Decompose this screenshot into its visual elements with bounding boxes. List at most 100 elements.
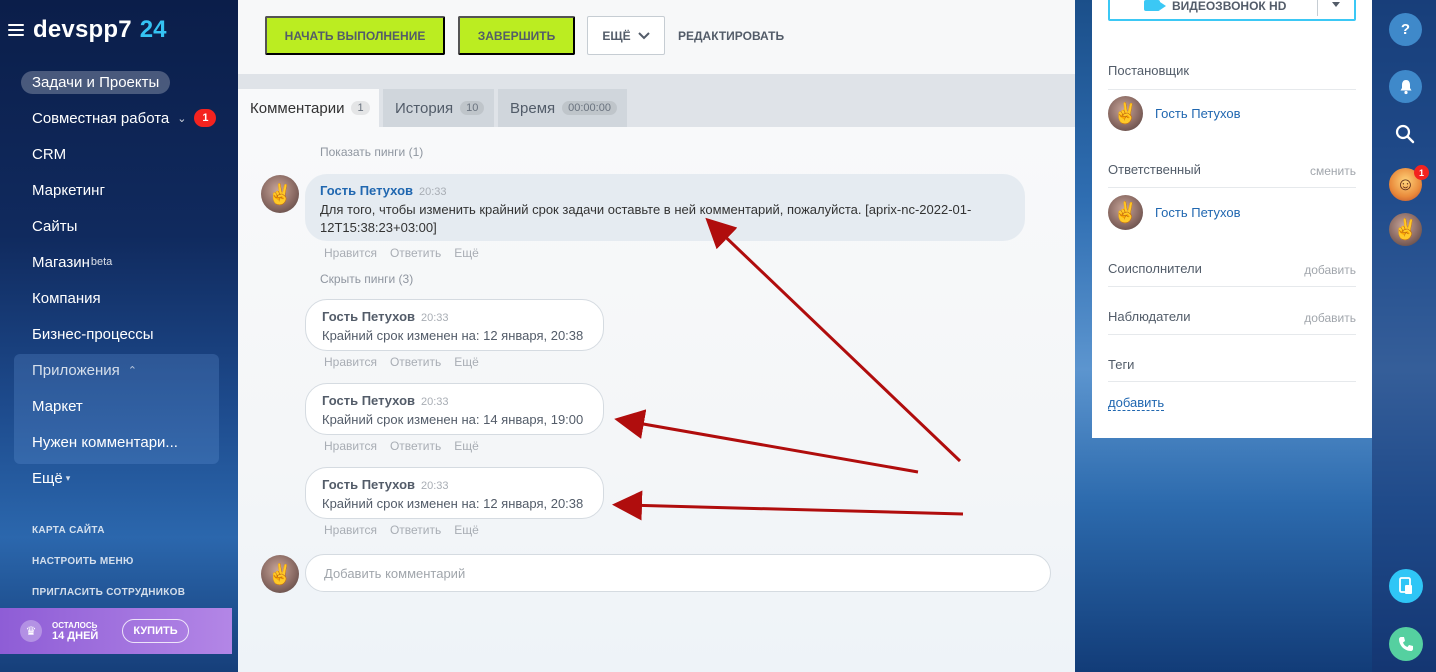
like-link[interactable]: Нравится <box>324 523 377 537</box>
tab-count: 1 <box>351 101 370 115</box>
add-comment-input[interactable]: Добавить комментарий <box>305 554 1051 592</box>
sidebar-item-market[interactable]: Маркет <box>0 388 238 424</box>
notifications-button[interactable] <box>1389 70 1422 103</box>
avatar <box>1108 96 1143 131</box>
like-link[interactable]: Нравится <box>324 439 377 453</box>
comment-author[interactable]: Гость Петухов <box>320 182 413 200</box>
reply-link[interactable]: Ответить <box>390 523 441 537</box>
hide-pings-link[interactable]: Скрыть пинги (3) <box>320 272 413 286</box>
buy-button[interactable]: КУПИТЬ <box>122 619 189 643</box>
sidebar-item-crm[interactable]: CRM <box>0 136 238 172</box>
comment-time: 20:33 <box>419 186 447 198</box>
caret-down-icon[interactable] <box>1332 2 1340 7</box>
responsible-label: Ответственный <box>1108 162 1201 177</box>
responsible-person[interactable]: Гость Петухов <box>1108 195 1240 230</box>
more-link[interactable]: Ещё <box>454 439 479 453</box>
sidebar-menu: Задачи и Проекты Совместная работа ⌄ 1 C… <box>0 64 238 496</box>
sidebar-item-more[interactable]: Ещё ▾ <box>0 460 238 496</box>
tab-label: Время <box>510 99 556 117</box>
tags-label: Теги <box>1108 357 1135 372</box>
comment-header: Гость Петухов 20:33 <box>322 476 587 495</box>
more-button[interactable]: ЕЩЁ <box>587 16 665 55</box>
crown-icon: ♛ <box>20 620 42 642</box>
more-link[interactable]: Ещё <box>454 355 479 369</box>
sidebar-item-company[interactable]: Компания <box>0 280 238 316</box>
divider <box>1108 334 1356 335</box>
divider <box>1108 381 1356 382</box>
logo-row: devspp7 24 <box>8 16 166 44</box>
creator-name[interactable]: Гость Петухов <box>1155 106 1240 121</box>
video-call-button[interactable]: ВИДЕОЗВОНОК HD <box>1108 0 1356 21</box>
right-toolbar: ? 1 <box>1372 0 1436 672</box>
comment-author[interactable]: Гость Петухов <box>322 476 415 494</box>
divider <box>1108 89 1356 90</box>
ping-bubble: Гость Петухов 20:33 Крайний срок изменен… <box>305 383 604 435</box>
comment-header: Гость Петухов 20:33 <box>322 392 587 411</box>
comment-author[interactable]: Гость Петухов <box>322 392 415 410</box>
timeman-button[interactable] <box>1389 569 1423 603</box>
portal-name[interactable]: devspp7 <box>33 16 132 44</box>
more-link[interactable]: Ещё <box>454 246 479 260</box>
change-responsible-link[interactable]: сменить <box>1310 164 1356 178</box>
divider <box>1108 286 1356 287</box>
comments-feed: Показать пинги (1) Гость Петухов 20:33 Д… <box>238 127 1075 672</box>
comment-actions: Нравится Ответить Ещё <box>324 246 492 260</box>
start-task-button[interactable]: НАЧАТЬ ВЫПОЛНЕНИЕ <box>265 16 445 55</box>
call-button[interactable] <box>1389 627 1423 661</box>
sidebar-item-label: Задачи и Проекты <box>21 70 171 94</box>
chevron-up-icon: ⌃ <box>127 364 137 377</box>
sidebar-item-sites[interactable]: Сайты <box>0 208 238 244</box>
tabs-bar: Комментарии 1 История 10 Время 00:00:00 <box>238 74 1075 127</box>
sidebar-item-shop[interactable]: Магазин beta <box>0 244 238 280</box>
sidebar-item-business-processes[interactable]: Бизнес-процессы <box>0 316 238 352</box>
like-link[interactable]: Нравится <box>324 246 377 260</box>
like-link[interactable]: Нравится <box>324 355 377 369</box>
counter-badge: 1 <box>194 109 217 127</box>
avatar[interactable] <box>261 175 299 213</box>
document-phone-icon <box>1399 577 1412 594</box>
show-pings-link[interactable]: Показать пинги (1) <box>320 145 423 159</box>
tab-history[interactable]: История 10 <box>383 89 494 127</box>
edit-task-link[interactable]: РЕДАКТИРОВАТЬ <box>678 16 784 55</box>
sidebar-item-tasks[interactable]: Задачи и Проекты <box>0 64 238 100</box>
add-tag-link[interactable]: добавить <box>1108 395 1165 411</box>
link-site-map[interactable]: КАРТА САЙТА <box>32 524 185 555</box>
add-coexecutor-link[interactable]: добавить <box>1304 263 1356 277</box>
comment-actions: Нравится Ответить Ещё <box>324 523 492 537</box>
tab-count: 10 <box>460 101 485 115</box>
divider <box>1108 187 1356 188</box>
tab-comments[interactable]: Комментарии 1 <box>238 89 379 127</box>
sidebar-item-need-comment[interactable]: Нужен комментари... <box>0 424 238 460</box>
menu-burger-icon[interactable] <box>8 24 24 36</box>
sidebar-item-marketing[interactable]: Маркетинг <box>0 172 238 208</box>
add-observer-link[interactable]: добавить <box>1304 311 1356 325</box>
more-link[interactable]: Ещё <box>454 523 479 537</box>
comment-text: Для того, чтобы изменить крайний срок за… <box>320 202 972 235</box>
chevron-down-icon <box>637 31 650 39</box>
comment-time: 20:33 <box>421 396 449 408</box>
reply-link[interactable]: Ответить <box>390 355 441 369</box>
help-button[interactable]: ? <box>1389 13 1422 46</box>
reply-link[interactable]: Ответить <box>390 246 441 260</box>
search-icon[interactable] <box>1395 124 1415 144</box>
responsible-name[interactable]: Гость Петухов <box>1155 205 1240 220</box>
task-side-panel: ВИДЕОЗВОНОК HD Постановщик Гость Петухов… <box>1092 0 1372 438</box>
comment-text: Крайний срок изменен на: 12 января, 20:3… <box>322 496 584 511</box>
avatar <box>1108 195 1143 230</box>
link-configure-menu[interactable]: НАСТРОИТЬ МЕНЮ <box>32 555 185 586</box>
comment-time: 20:33 <box>421 480 449 492</box>
chat-avatar[interactable] <box>1389 213 1422 246</box>
creator-person[interactable]: Гость Петухов <box>1108 96 1240 131</box>
comment-text: Крайний срок изменен на: 14 января, 19:0… <box>322 412 584 427</box>
more-button-label: ЕЩЁ <box>602 28 631 43</box>
observers-label: Наблюдатели <box>1108 309 1191 324</box>
reply-link[interactable]: Ответить <box>390 439 441 453</box>
beta-label: beta <box>90 256 113 268</box>
sidebar-item-collaboration[interactable]: Совместная работа ⌄ 1 <box>0 100 238 136</box>
portal-suffix: 24 <box>139 16 167 43</box>
comment-time: 20:33 <box>421 312 449 324</box>
tab-time[interactable]: Время 00:00:00 <box>498 89 627 127</box>
finish-task-button[interactable]: ЗАВЕРШИТЬ <box>458 16 575 55</box>
comment-author[interactable]: Гость Петухов <box>322 308 415 326</box>
sidebar-item-apps[interactable]: Приложения ⌃ <box>0 352 238 388</box>
